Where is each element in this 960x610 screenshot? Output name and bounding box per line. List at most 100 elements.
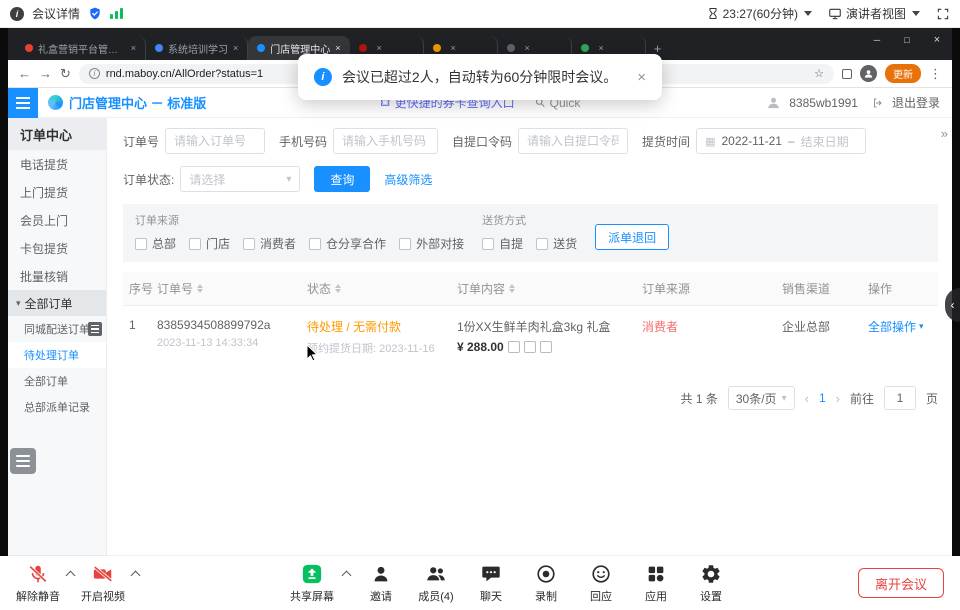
sort-icon[interactable] <box>197 284 203 293</box>
tab-close-icon[interactable]: × <box>335 43 340 53</box>
reload-icon[interactable]: ↻ <box>60 66 71 82</box>
tab-close-icon[interactable]: × <box>131 43 136 53</box>
invite-button[interactable]: 邀请 <box>357 563 405 604</box>
order-status-select[interactable]: 请选择 ▾ <box>180 166 300 192</box>
sidebar-sub-label: 全部订单 <box>24 373 68 389</box>
sidebar-item-pending-orders[interactable]: 待处理订单 <box>8 342 106 368</box>
all-actions-dropdown[interactable]: 全部操作 ▾ <box>868 318 938 335</box>
share-options-caret-icon[interactable] <box>342 571 352 581</box>
leave-meeting-button[interactable]: 离开会议 <box>858 568 944 598</box>
app-menu-button[interactable] <box>8 88 38 118</box>
app-logo-icon <box>48 95 63 110</box>
tab-close-icon[interactable]: × <box>599 43 604 53</box>
browser-profile-avatar[interactable] <box>860 65 877 82</box>
reactions-button[interactable]: 回应 <box>577 563 625 604</box>
security-shield-icon[interactable] <box>88 6 102 21</box>
goto-page-input[interactable] <box>884 386 916 410</box>
sort-icon[interactable] <box>335 284 341 293</box>
tab-close-icon[interactable]: × <box>233 43 238 53</box>
checkbox-delivery[interactable]: 送货 <box>536 235 577 252</box>
members-icon <box>425 563 447 585</box>
checkbox-icon[interactable] <box>189 238 201 250</box>
members-button[interactable]: 成员(4) <box>412 563 460 604</box>
fullscreen-icon[interactable] <box>936 7 950 21</box>
drag-handle-icon[interactable] <box>88 322 102 336</box>
search-button[interactable]: 查询 <box>314 166 370 192</box>
phone-input[interactable] <box>333 128 438 154</box>
pickup-code-input[interactable] <box>518 128 628 154</box>
checkbox-icon[interactable] <box>243 238 255 250</box>
forward-icon[interactable]: → <box>39 66 52 81</box>
page-number[interactable]: 1 <box>819 391 826 405</box>
mic-options-caret-icon[interactable] <box>66 571 76 581</box>
header-status[interactable]: 状态 <box>307 280 457 297</box>
checkbox-warehouse-coop[interactable]: 仓分享合作 <box>309 235 386 252</box>
record-button[interactable]: 录制 <box>522 563 570 604</box>
checkbox-store[interactable]: 门店 <box>189 235 230 252</box>
page-size-select[interactable]: 30条/页 ▾ <box>728 386 795 410</box>
meeting-details-label[interactable]: 会议详情 <box>32 5 80 22</box>
header-content[interactable]: 订单内容 <box>457 280 642 297</box>
checkbox-icon[interactable] <box>309 238 321 250</box>
share-screen-button[interactable]: 共享屏幕 <box>288 563 336 604</box>
dispatch-return-button[interactable]: 派单退回 <box>595 224 669 250</box>
camera-options-caret-icon[interactable] <box>131 571 141 581</box>
back-icon[interactable]: ← <box>18 66 31 81</box>
sidebar-group-all-orders[interactable]: ▾ 全部订单 <box>8 290 106 316</box>
orders-table-header: 序号 订单号 状态 订单内容 订单来源 销售渠道 操作 <box>123 272 938 306</box>
sidebar-item-card-pickup[interactable]: 卡包提货 <box>8 234 106 262</box>
checkbox-consumer[interactable]: 消费者 <box>243 235 296 252</box>
checkbox-hq[interactable]: 总部 <box>135 235 176 252</box>
tab-close-icon[interactable]: × <box>377 43 382 53</box>
sidebar-item-phone-pickup[interactable]: 电话提货 <box>8 150 106 178</box>
collapse-panel-icon[interactable]: » <box>941 126 948 141</box>
username[interactable]: 8385wb1991 <box>789 96 858 110</box>
sidebar-item-door-pickup[interactable]: 上门提货 <box>8 178 106 206</box>
checkbox-icon[interactable] <box>482 238 494 250</box>
sidebar-item-hq-dispatch-log[interactable]: 总部派单记录 <box>8 394 106 420</box>
browser-tab[interactable]: 礼盒营销平台管理中心 × <box>16 36 146 60</box>
checkbox-icon[interactable] <box>135 238 147 250</box>
view-mode-switcher[interactable]: 演讲者视图 <box>828 5 920 22</box>
cell-channel: 企业总部 <box>782 318 868 335</box>
browser-menu-icon[interactable]: ⋮ <box>929 66 942 82</box>
checkbox-external[interactable]: 外部对接 <box>399 235 464 252</box>
sort-icon[interactable] <box>509 284 515 293</box>
header-order-no[interactable]: 订单号 <box>157 280 307 297</box>
checkbox-self-pickup[interactable]: 自提 <box>482 235 523 252</box>
sidebar-item-all-orders[interactable]: 全部订单 <box>8 368 106 394</box>
window-close-icon[interactable]: × <box>922 28 952 52</box>
view-dropdown-icon[interactable] <box>912 11 920 16</box>
mic-button[interactable]: 解除静音 <box>14 563 62 604</box>
meeting-info-icon[interactable]: i <box>10 7 24 21</box>
chat-button[interactable]: 聊天 <box>467 563 515 604</box>
date-range-picker[interactable]: ▦ 2022-11-21 – 结束日期 <box>696 128 866 154</box>
window-minimize-icon[interactable]: ─ <box>862 28 892 52</box>
window-maximize-icon[interactable]: □ <box>892 28 922 52</box>
tab-close-icon[interactable]: × <box>525 43 530 53</box>
checkbox-icon[interactable] <box>399 238 411 250</box>
advanced-filter-link[interactable]: 高级筛选 <box>384 171 432 188</box>
settings-button[interactable]: 设置 <box>687 563 735 604</box>
order-no-input[interactable] <box>165 128 265 154</box>
chrome-update-button[interactable]: 更新 <box>885 64 921 83</box>
sidebar-item-city-delivery[interactable]: 同城配送订单 <box>8 316 106 342</box>
sidebar-item-member-visit[interactable]: 会员上门 <box>8 206 106 234</box>
timer-dropdown-icon[interactable] <box>804 11 812 16</box>
meeting-timer[interactable]: 23:27(60分钟) <box>707 5 812 22</box>
floating-menu-button[interactable] <box>10 448 36 474</box>
site-info-icon[interactable]: i <box>89 68 100 79</box>
bookmark-star-icon[interactable]: ☆ <box>814 67 824 80</box>
next-page-icon[interactable]: › <box>836 391 840 406</box>
apps-button[interactable]: 应用 <box>632 563 680 604</box>
sidebar-item-batch-verify[interactable]: 批量核销 <box>8 262 106 290</box>
checkbox-icon[interactable] <box>536 238 548 250</box>
extensions-icon[interactable] <box>842 69 852 79</box>
camera-button[interactable]: 开启视频 <box>79 563 127 604</box>
tab-close-icon[interactable]: × <box>451 43 456 53</box>
prev-page-icon[interactable]: ‹ <box>805 391 809 406</box>
browser-tab[interactable]: 系统培训学习 × <box>146 36 248 60</box>
main-content: » 订单号 手机号码 自提口令码 <box>107 118 952 556</box>
toast-close-icon[interactable]: × <box>637 69 646 86</box>
logout-link[interactable]: 退出登录 <box>892 94 940 111</box>
